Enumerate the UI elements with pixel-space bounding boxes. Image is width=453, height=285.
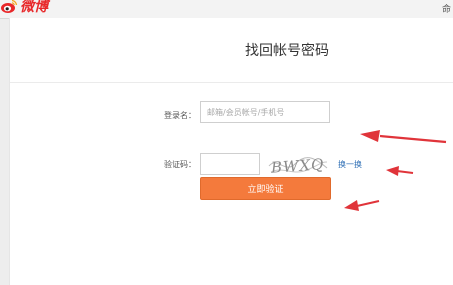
top-bar: 微博 命 — [0, 0, 453, 19]
captcha-text: BWXQ — [269, 155, 325, 177]
page: 微博 命 找回帐号密码 登录名： 验证码： BWXQ 换一换 立即验证 — [0, 0, 453, 285]
top-right-text: 命 — [441, 5, 451, 15]
card-header: 找回帐号密码 — [10, 18, 453, 83]
app-name: 微博 — [20, 0, 48, 15]
captcha-image[interactable]: BWXQ — [267, 152, 329, 178]
arrow-to-submit-button — [344, 200, 380, 211]
login-name-input[interactable] — [200, 101, 330, 123]
captcha-label: 验证码： — [164, 160, 196, 169]
weibo-eye-icon — [1, 0, 18, 13]
arrow-to-refresh-link — [386, 166, 414, 176]
page-title: 找回帐号密码 — [245, 43, 329, 59]
captcha-input[interactable] — [200, 153, 260, 175]
refresh-captcha-link[interactable]: 换一换 — [338, 159, 362, 170]
arrow-to-login-input — [360, 130, 447, 144]
weibo-logo[interactable]: 微博 — [0, 0, 48, 16]
recovery-card: 找回帐号密码 — [9, 18, 453, 285]
verify-button[interactable]: 立即验证 — [200, 177, 331, 200]
login-name-label: 登录名： — [164, 111, 196, 120]
